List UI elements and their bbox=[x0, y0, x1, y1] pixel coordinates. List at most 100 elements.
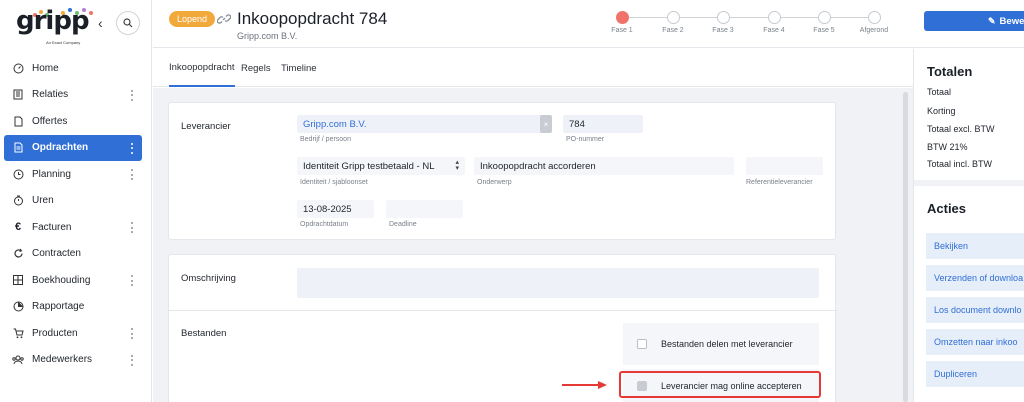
more-icon[interactable] bbox=[131, 142, 134, 154]
sidebar-item-home[interactable]: Home bbox=[0, 55, 152, 82]
tab-regels[interactable]: Regels bbox=[241, 49, 271, 87]
highlight-box bbox=[619, 371, 821, 398]
file-icon bbox=[12, 115, 24, 127]
totals-row: Totaal bbox=[927, 87, 952, 97]
leverancier-card: Leverancier Gripp.com B.V. × Bedrijf / p… bbox=[168, 102, 836, 240]
sidebar-item-planning[interactable]: Planning bbox=[0, 161, 152, 188]
phase-step[interactable]: Fase 3 bbox=[698, 11, 748, 34]
deadline-input[interactable] bbox=[386, 200, 463, 218]
action-dupliceren[interactable]: Dupliceren bbox=[926, 361, 1024, 387]
sidebar-item-medewerkers[interactable]: Medewerkers bbox=[0, 347, 152, 374]
sidebar-item-label: Uren bbox=[32, 195, 54, 207]
bedrijf-input[interactable]: Gripp.com B.V. bbox=[297, 115, 542, 133]
more-icon[interactable] bbox=[131, 222, 134, 233]
pencil-icon: ✎ bbox=[988, 15, 996, 26]
clear-icon[interactable]: × bbox=[540, 115, 552, 133]
tab-bar: Inkoopopdracht Regels Timeline bbox=[153, 49, 913, 87]
bedrijf-label: Bedrijf / persoon bbox=[300, 136, 351, 143]
sidebar-nav: Home Relaties Offertes Opdrachten Planni… bbox=[0, 55, 152, 373]
phase-step[interactable]: Afgerond bbox=[849, 11, 899, 34]
page-header: Lopend Inkoopopdracht 784 Gripp.com B.V.… bbox=[153, 0, 1024, 48]
phase-label: Afgerond bbox=[859, 27, 889, 34]
totals-row: Totaal incl. BTW bbox=[927, 159, 993, 169]
phase-step[interactable]: Fase 5 bbox=[799, 11, 849, 34]
phase-label: Fase 4 bbox=[763, 27, 785, 34]
search-icon bbox=[123, 18, 133, 28]
identiteit-value: Identiteit Gripp testbetaald - NL bbox=[303, 160, 435, 172]
referentie-label: Referentieleverancier bbox=[746, 179, 813, 186]
totals-row: Totaal excl. BTW bbox=[927, 124, 995, 134]
sidebar-item-label: Contracten bbox=[32, 248, 81, 260]
more-icon[interactable] bbox=[131, 275, 134, 286]
sidebar-item-uren[interactable]: Uren bbox=[0, 188, 152, 215]
more-icon[interactable] bbox=[131, 169, 134, 180]
edit-button[interactable]: ✎ Bewe bbox=[924, 11, 1024, 31]
scrollbar[interactable] bbox=[903, 92, 908, 402]
referentie-input[interactable] bbox=[746, 157, 823, 175]
cart-icon bbox=[12, 327, 24, 339]
page-subtitle[interactable]: Gripp.com B.V. bbox=[237, 31, 297, 41]
phase-step[interactable]: Fase 1 bbox=[597, 11, 647, 34]
action-verzenden[interactable]: Verzenden of downloa bbox=[926, 265, 1024, 291]
leverancier-label: Leverancier bbox=[181, 121, 231, 132]
sidebar-item-relaties[interactable]: Relaties bbox=[0, 82, 152, 109]
share-files-label: Bestanden delen met leverancier bbox=[661, 339, 793, 349]
phase-label: Fase 2 bbox=[662, 27, 684, 34]
action-los-document[interactable]: Los document downlo bbox=[926, 297, 1024, 323]
sidebar-item-boekhouding[interactable]: Boekhouding bbox=[0, 267, 152, 294]
dashboard-icon bbox=[12, 62, 24, 74]
actions-title: Acties bbox=[927, 201, 967, 216]
logo-area: gripp An Exact Company ‹ bbox=[0, 0, 151, 50]
edit-button-label: Bewe bbox=[999, 15, 1024, 27]
phase-label: Fase 3 bbox=[712, 27, 734, 34]
right-panel: Totalen Totaal Korting Totaal excl. BTW … bbox=[913, 49, 1024, 402]
users-icon bbox=[12, 354, 24, 366]
onderwerp-input[interactable]: Inkoopopdracht accorderen bbox=[474, 157, 734, 175]
omschrijving-label: Omschrijving bbox=[181, 273, 236, 284]
sidebar-item-contracten[interactable]: Contracten bbox=[0, 241, 152, 268]
sidebar-item-offertes[interactable]: Offertes bbox=[0, 108, 152, 135]
bestanden-label: Bestanden bbox=[181, 328, 227, 339]
share-files-checkbox[interactable] bbox=[637, 339, 647, 349]
refresh-icon bbox=[12, 248, 24, 260]
sidebar-item-facturen[interactable]: € Facturen bbox=[0, 214, 152, 241]
pie-chart-icon bbox=[12, 301, 24, 313]
identiteit-select[interactable]: Identiteit Gripp testbetaald - NL ▴ ▾ bbox=[297, 157, 465, 175]
status-badge[interactable]: Lopend bbox=[169, 11, 216, 27]
more-icon[interactable] bbox=[131, 354, 134, 366]
phase-step[interactable]: Fase 2 bbox=[648, 11, 698, 34]
totals-row: Korting bbox=[927, 106, 956, 116]
link-icon[interactable] bbox=[216, 12, 232, 29]
phase-dot bbox=[666, 11, 680, 24]
po-number-input[interactable]: 784 bbox=[563, 115, 643, 133]
clock-icon bbox=[12, 168, 24, 180]
phase-label: Fase 5 bbox=[813, 27, 835, 34]
sidebar-item-rapportage[interactable]: Rapportage bbox=[0, 294, 152, 321]
gripp-logo[interactable]: gripp bbox=[16, 8, 90, 34]
sidebar-item-producten[interactable]: Producten bbox=[0, 320, 152, 347]
totals-row: BTW 21% bbox=[927, 142, 968, 152]
arrow-icon bbox=[562, 381, 607, 389]
divider bbox=[169, 310, 837, 311]
share-files-option[interactable]: Bestanden delen met leverancier bbox=[623, 323, 819, 365]
more-icon[interactable] bbox=[131, 89, 134, 101]
sidebar-item-opdrachten[interactable]: Opdrachten bbox=[4, 134, 142, 161]
search-button[interactable] bbox=[116, 11, 140, 35]
phase-dot bbox=[716, 11, 730, 24]
actions-card: Acties Bekijken Verzenden of downloa Los… bbox=[914, 186, 1024, 402]
euro-icon: € bbox=[14, 221, 22, 234]
action-bekijken[interactable]: Bekijken bbox=[926, 233, 1024, 259]
action-omzetten[interactable]: Omzetten naar inkoo bbox=[926, 329, 1024, 355]
tab-timeline[interactable]: Timeline bbox=[281, 49, 317, 87]
omschrijving-textarea[interactable] bbox=[297, 268, 819, 298]
totals-card: Totalen Totaal Korting Totaal excl. BTW … bbox=[914, 49, 1024, 180]
more-icon[interactable] bbox=[131, 328, 134, 339]
totals-title: Totalen bbox=[927, 64, 973, 79]
tab-inkoopopdracht[interactable]: Inkoopopdracht bbox=[169, 49, 235, 87]
phase-step[interactable]: Fase 4 bbox=[749, 11, 799, 34]
sidebar-item-label: Facturen bbox=[32, 221, 72, 233]
collapse-sidebar-icon[interactable]: ‹ bbox=[98, 15, 103, 31]
opdrachtdatum-label: Opdrachtdatum bbox=[300, 221, 349, 228]
opdrachtdatum-input[interactable]: 13-08-2025 bbox=[297, 200, 374, 218]
phase-stepper: Fase 1 Fase 2 Fase 3 Fase 4 Fase 5 Afger… bbox=[609, 11, 897, 41]
